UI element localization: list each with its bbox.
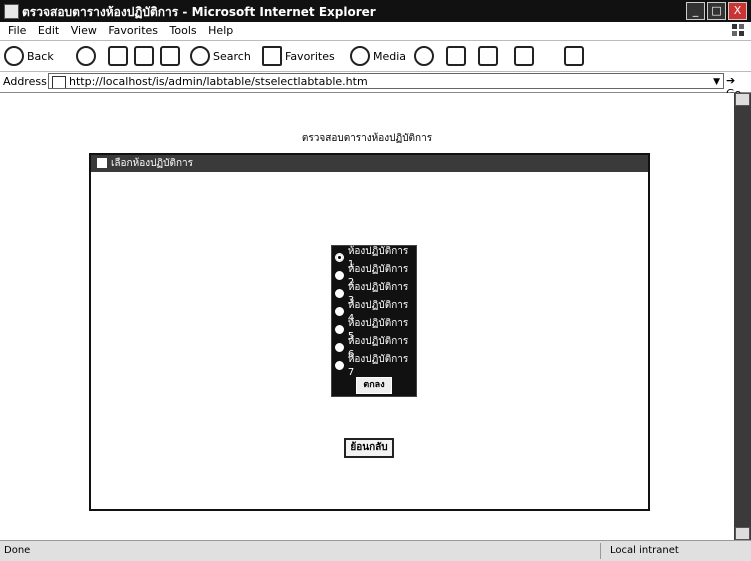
radio[interactable] (335, 306, 344, 316)
radio[interactable] (335, 270, 344, 280)
radio[interactable] (335, 288, 344, 298)
radio[interactable] (335, 324, 344, 334)
mail-icon (446, 46, 466, 66)
address-input[interactable]: http://localhost/is/admin/labtable/stsel… (48, 73, 724, 89)
minimize-button[interactable]: _ (686, 2, 705, 20)
lab-option[interactable]: ห้องปฏิบัติการ 7 (335, 354, 416, 378)
menu-file[interactable]: File (8, 24, 26, 37)
windows-flag-icon (732, 24, 744, 36)
page-content: ตรวจสอบตารางห้องปฏิบัติการ เลือกห้องปฏิบ… (0, 93, 734, 540)
search-icon (190, 46, 210, 66)
home-button[interactable] (160, 45, 183, 67)
print-button[interactable] (478, 45, 501, 67)
status-divider (600, 543, 601, 559)
back-page-button[interactable]: ย้อนกลับ (344, 438, 394, 458)
forward-button[interactable] (76, 45, 99, 67)
zone-label: Local intranet (610, 545, 679, 556)
favorites-button[interactable]: Favorites (262, 45, 335, 67)
address-label: Address (3, 75, 47, 88)
radio-selected[interactable] (335, 252, 344, 262)
panel-title: เลือกห้องปฏิบัติการ (111, 158, 194, 169)
media-button[interactable]: Media (350, 45, 406, 67)
edit-button[interactable] (514, 45, 537, 67)
toolbar: Back Search Favorites Media (0, 41, 751, 72)
back-label: Back (27, 49, 54, 63)
ok-button[interactable]: ตกลง (356, 377, 392, 394)
back-button[interactable]: Back (4, 45, 54, 67)
discuss-icon (564, 46, 584, 66)
favorites-label: Favorites (285, 49, 335, 63)
search-label: Search (213, 49, 251, 63)
window-title: ตรวจสอบตารางห้องปฏิบัติการ - Microsoft I… (22, 5, 376, 19)
star-icon (262, 46, 282, 66)
status-text: Done (4, 545, 31, 556)
forward-arrow-icon (76, 46, 96, 66)
address-bar: Address http://localhost/is/admin/labtab… (0, 72, 751, 100)
menu-tools[interactable]: Tools (170, 24, 197, 37)
page-heading: ตรวจสอบตารางห้องปฏิบัติการ (301, 133, 433, 144)
panel-header: เลือกห้องปฏิบัติการ (91, 155, 648, 172)
refresh-icon (134, 46, 154, 66)
edit-icon (514, 46, 534, 66)
menu-view[interactable]: View (71, 24, 97, 37)
home-icon (160, 46, 180, 66)
print-icon (478, 46, 498, 66)
menu-bar: File Edit View Favorites Tools Help (0, 22, 751, 41)
lab-label: ห้องปฏิบัติการ 7 (347, 354, 409, 378)
menu-help[interactable]: Help (208, 24, 233, 37)
stop-button[interactable] (108, 45, 131, 67)
stop-icon (108, 46, 128, 66)
go-arrow-icon: ➔ (726, 74, 736, 87)
lab-list: ห้องปฏิบัติการ 1 ห้องปฏิบัติการ 2 ห้องปฏ… (331, 245, 417, 397)
radio[interactable] (335, 360, 344, 370)
address-url: http://localhost/is/admin/labtable/stsel… (69, 75, 368, 88)
discuss-button[interactable] (564, 45, 587, 67)
scroll-down-icon[interactable] (735, 527, 750, 540)
radio[interactable] (335, 342, 344, 352)
ie-app-icon (4, 4, 19, 19)
status-bar: Done Local intranet (0, 540, 751, 561)
media-icon (350, 46, 370, 66)
title-bar: ตรวจสอบตารางห้องปฏิบัติการ - Microsoft I… (0, 0, 751, 23)
refresh-button[interactable] (134, 45, 157, 67)
page-icon (52, 76, 66, 88)
mail-button[interactable] (446, 45, 469, 67)
menu-edit[interactable]: Edit (38, 24, 59, 37)
scroll-up-icon[interactable] (735, 93, 750, 106)
media-label: Media (373, 49, 407, 63)
address-dropdown-icon[interactable]: ▼ (713, 74, 720, 88)
vertical-scrollbar[interactable] (734, 93, 751, 540)
menu-favorites[interactable]: Favorites (108, 24, 158, 37)
maximize-button[interactable]: □ (707, 2, 726, 20)
history-button[interactable] (414, 45, 437, 67)
close-button[interactable]: X (728, 2, 747, 20)
panel-icon (97, 158, 107, 168)
history-icon (414, 46, 434, 66)
back-arrow-icon (4, 46, 24, 66)
search-button[interactable]: Search (190, 45, 251, 67)
